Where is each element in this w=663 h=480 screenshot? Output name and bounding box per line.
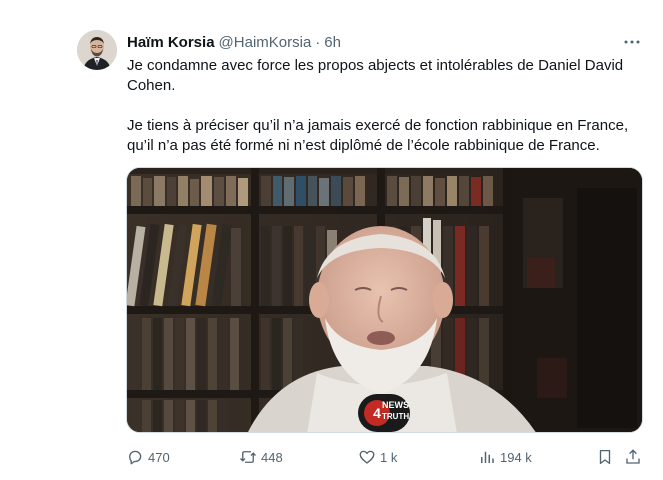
tweet-header: Haïm Korsia @HaimKorsia · 6h: [127, 32, 341, 52]
more-icon[interactable]: [622, 34, 642, 50]
action-bar: 470 448 1 k 194 k: [126, 446, 646, 468]
views-count: 194 k: [500, 449, 532, 465]
watermark-number: 4: [373, 405, 381, 421]
reply-icon: [129, 450, 142, 465]
views-icon: [481, 451, 494, 463]
tweet-paragraph-2: Je tiens à préciser qu’il n’a jamais exe…: [127, 117, 629, 154]
avatar-image: [77, 30, 117, 70]
share-button[interactable]: [624, 446, 642, 468]
repost-icon: [240, 451, 256, 463]
share-icon: [626, 449, 640, 464]
watermark-line-2: TRUTH: [382, 412, 410, 421]
watermark-text: NEWS TRUTH: [382, 400, 409, 422]
reply-count: 470: [148, 449, 170, 465]
tweet-text: Je condamne avec force les propos abject…: [127, 56, 647, 156]
views-button[interactable]: 194 k: [478, 446, 532, 468]
user-handle[interactable]: @HaimKorsia: [219, 34, 312, 51]
reply-button[interactable]: 470: [126, 446, 170, 468]
display-name[interactable]: Haïm Korsia: [127, 34, 215, 51]
tweet-video[interactable]: 4 NEWS TRUTH: [126, 167, 643, 433]
tweet[interactable]: Haïm Korsia @HaimKorsia · 6h Je condamne…: [0, 0, 663, 480]
timestamp[interactable]: 6h: [324, 34, 341, 51]
tweet-paragraph-1: Je condamne avec force les propos abject…: [127, 57, 624, 94]
watermark-line-1: NEWS: [382, 400, 409, 410]
bookmark-icon: [599, 449, 611, 465]
repost-button[interactable]: 448: [239, 446, 283, 468]
avatar[interactable]: [77, 30, 117, 70]
repost-count: 448: [261, 449, 283, 465]
like-count: 1 k: [380, 449, 398, 465]
watermark-logo: 4 NEWS TRUTH: [358, 394, 410, 432]
separator-dot: ·: [315, 33, 321, 51]
bookmark-button[interactable]: [596, 446, 614, 468]
like-icon: [359, 450, 375, 464]
like-button[interactable]: 1 k: [358, 446, 397, 468]
